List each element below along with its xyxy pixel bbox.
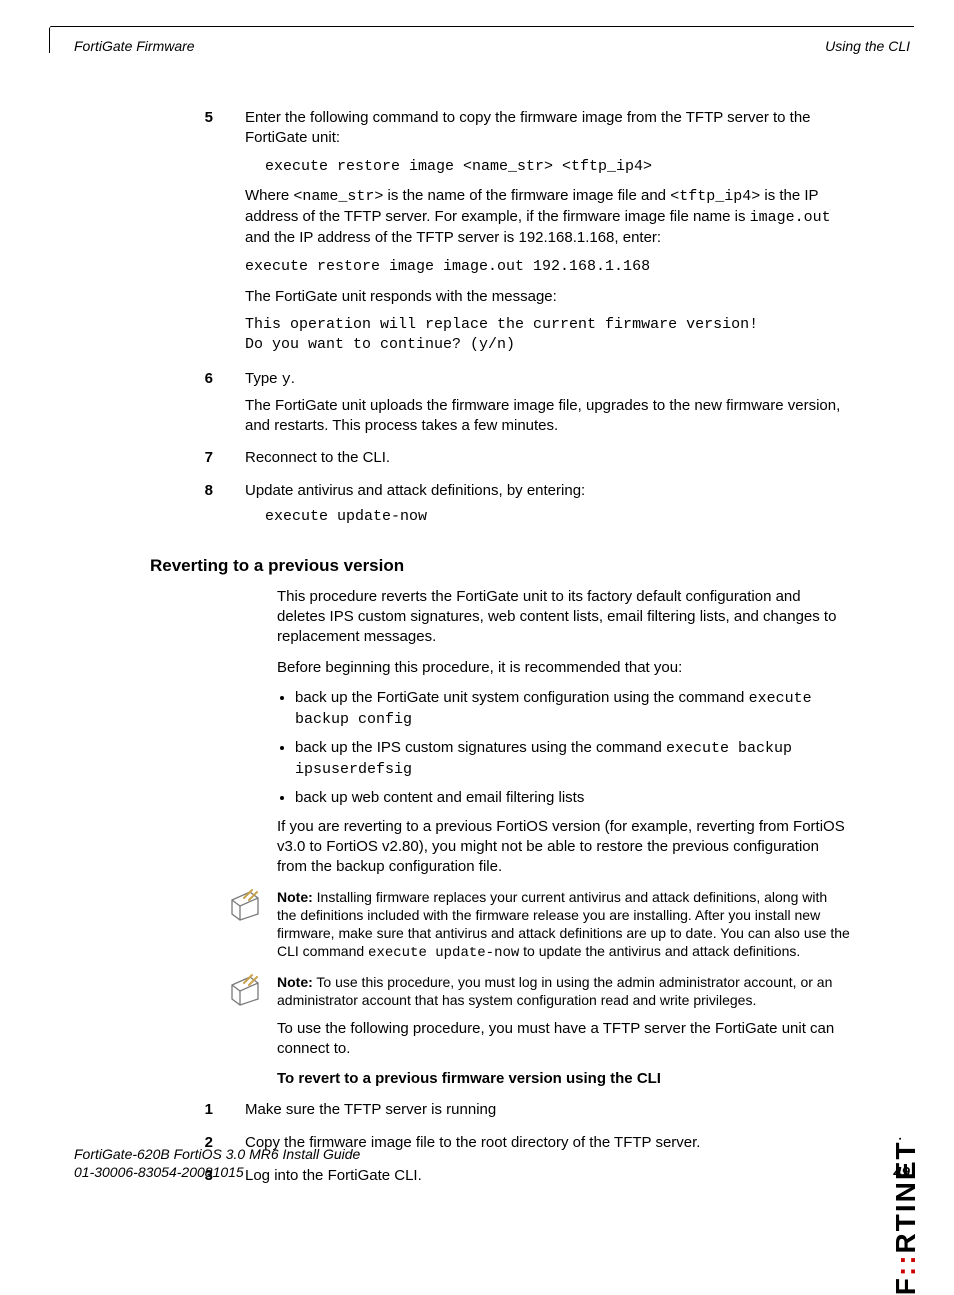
note-text: Note: To use this procedure, you must lo… — [277, 973, 850, 1009]
footer-line2: 01-30006-83054-20081015 — [74, 1164, 244, 1180]
running-header-right: Using the CLI — [825, 38, 910, 54]
step-5: 5 Enter the following command to copy th… — [150, 108, 850, 365]
code-block: execute restore image <name_str> <tftp_i… — [265, 157, 850, 177]
code-block: execute update-now — [265, 507, 850, 527]
note-block: Note: Installing firmware replaces your … — [150, 888, 850, 963]
step-b1: 1 Make sure the TFTP server is running — [150, 1100, 850, 1129]
step-text: The FortiGate unit responds with the mes… — [245, 287, 850, 307]
list-item: back up web content and email filtering … — [295, 788, 850, 808]
body-text: If you are reverting to a previous Forti… — [277, 817, 850, 876]
body-text: Before beginning this procedure, it is r… — [277, 658, 850, 678]
brand-logo: F::RTINET. — [890, 1135, 922, 1295]
note-icon — [150, 888, 277, 922]
step-7: 7 Reconnect to the CLI. — [150, 448, 850, 477]
step-number: 5 — [150, 108, 245, 365]
step-6: 6 Type y. The FortiGate unit uploads the… — [150, 369, 850, 444]
note-text: Note: Installing firmware replaces your … — [277, 888, 850, 963]
step-number: 7 — [150, 448, 245, 477]
bullet-list: back up the FortiGate unit system config… — [277, 688, 850, 807]
section-heading: Reverting to a previous version — [150, 555, 850, 577]
page-content: 5 Enter the following command to copy th… — [150, 108, 850, 1199]
step-text: Where <name_str> is the name of the firm… — [245, 186, 850, 247]
note-icon — [150, 973, 277, 1007]
code-block: execute restore image image.out 192.168.… — [245, 257, 850, 277]
step-8: 8 Update antivirus and attack definition… — [150, 481, 850, 537]
body-text: To use the following procedure, you must… — [277, 1019, 850, 1059]
step-text: Update antivirus and attack definitions,… — [245, 481, 850, 501]
code-block: This operation will replace the current … — [245, 315, 850, 355]
step-text: Reconnect to the CLI. — [245, 448, 850, 468]
step-text: The FortiGate unit uploads the firmware … — [245, 396, 850, 436]
step-number: 1 — [150, 1100, 245, 1129]
footer: FortiGate-620B FortiOS 3.0 MR6 Install G… — [74, 1146, 360, 1181]
step-number: 6 — [150, 369, 245, 444]
sub-heading: To revert to a previous firmware version… — [277, 1069, 850, 1089]
note-block: Note: To use this procedure, you must lo… — [150, 973, 850, 1009]
step-text: Type y. — [245, 369, 850, 390]
body-text: This procedure reverts the FortiGate uni… — [277, 587, 850, 646]
list-item: back up the IPS custom signatures using … — [295, 738, 850, 780]
list-item: back up the FortiGate unit system config… — [295, 688, 850, 730]
step-number: 8 — [150, 481, 245, 537]
step-text: Make sure the TFTP server is running — [245, 1100, 850, 1120]
footer-line1: FortiGate-620B FortiOS 3.0 MR6 Install G… — [74, 1146, 360, 1162]
step-text: Enter the following command to copy the … — [245, 108, 850, 148]
running-header-left: FortiGate Firmware — [74, 38, 195, 54]
